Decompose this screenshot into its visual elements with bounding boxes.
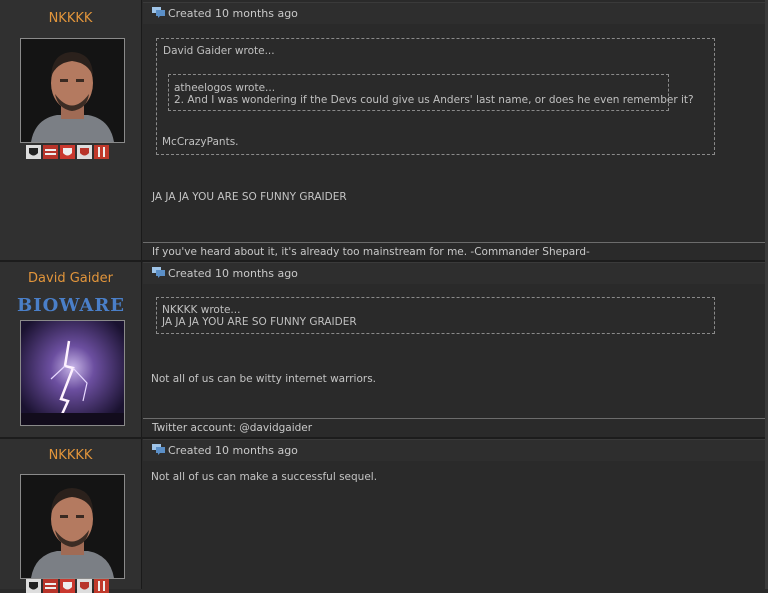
author-name[interactable]: NKKKK [0, 448, 141, 463]
post-text: Not all of us can be witty internet warr… [151, 373, 377, 385]
quote-header: David Gaider wrote... [163, 45, 275, 57]
nested-quote-block: atheelogos wrote... 2. And I was wonderi… [168, 74, 694, 111]
badge-icon [26, 579, 41, 593]
post-1: NKKKK Created 10 months ago David Gaider… [0, 0, 768, 260]
avatar[interactable] [20, 474, 125, 579]
nested-quote-text: 2. And I was wondering if the Devs could… [174, 94, 694, 106]
quote-text: McCrazyPants. [162, 136, 239, 148]
badge-icon [77, 579, 92, 593]
author-name[interactable]: NKKKK [0, 11, 141, 26]
quote-text: JA JA JA YOU ARE SO FUNNY GRAIDER [162, 316, 357, 328]
badge-icon [77, 145, 92, 159]
post-body: NKKKK wrote... JA JA JA YOU ARE SO FUNNY… [143, 284, 765, 418]
post-3: NKKKK Created 10 months ago Not all of u… [0, 439, 768, 593]
badge-icon [43, 579, 58, 593]
author-name[interactable]: David Gaider [0, 271, 141, 286]
post-body: Not all of us can make a successful sequ… [143, 461, 765, 589]
badge-icon [43, 145, 58, 159]
comment-bubble-icon [152, 444, 165, 455]
author-panel: NKKKK [0, 0, 142, 260]
author-panel: NKKKK [0, 439, 142, 593]
signature-text: Twitter account: @davidgaider [152, 422, 313, 434]
post-text: Not all of us can make a successful sequ… [151, 471, 378, 483]
post-2: David Gaider BIOWARE Created 10 months a… [0, 262, 768, 437]
signature-text: If you've heard about it, it's already t… [152, 246, 590, 258]
signature: If you've heard about it, it's already t… [143, 242, 765, 261]
post-body: David Gaider wrote... atheelogos wrote..… [143, 24, 765, 242]
post-text: JA JA JA YOU ARE SO FUNNY GRAIDER [152, 191, 347, 203]
post-header: Created 10 months ago [143, 439, 765, 462]
created-timestamp: Created 10 months ago [168, 444, 298, 457]
avatar[interactable] [20, 38, 125, 143]
signature: Twitter account: @davidgaider [143, 418, 765, 437]
badge-icon [26, 145, 41, 159]
badge-row [26, 579, 109, 593]
post-header: Created 10 months ago [143, 2, 765, 25]
quote-header: NKKKK wrote... [162, 304, 241, 316]
badge-icon [94, 145, 109, 159]
avatar[interactable] [20, 320, 125, 426]
badge-icon [60, 145, 75, 159]
comment-bubble-icon [152, 267, 165, 278]
bioware-logo: BIOWARE [16, 295, 126, 316]
post-header: Created 10 months ago [143, 262, 765, 285]
badge-icon [94, 579, 109, 593]
comment-bubble-icon [152, 7, 165, 18]
quote-block: NKKKK wrote... JA JA JA YOU ARE SO FUNNY… [156, 297, 715, 334]
badge-row [26, 145, 109, 159]
quote-block: David Gaider wrote... atheelogos wrote..… [156, 38, 715, 155]
nested-quote-header: atheelogos wrote... [174, 82, 276, 94]
created-timestamp: Created 10 months ago [168, 267, 298, 280]
badge-icon [60, 579, 75, 593]
author-panel: David Gaider BIOWARE [0, 262, 142, 437]
created-timestamp: Created 10 months ago [168, 7, 298, 20]
